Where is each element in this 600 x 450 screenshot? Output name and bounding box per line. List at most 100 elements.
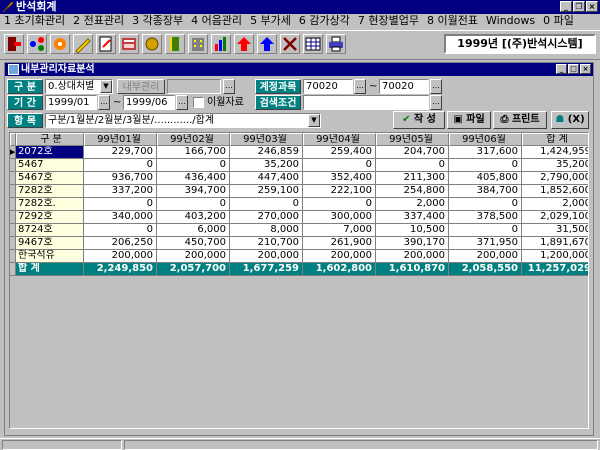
value-cell[interactable]: 1,424,959 xyxy=(522,146,588,159)
value-cell[interactable]: 0 xyxy=(84,198,157,211)
up-arrow-blue-icon[interactable] xyxy=(257,34,277,54)
hangmok-select[interactable]: 구분/1월분/2월분/3월분/............/합계 ▼ xyxy=(45,113,321,128)
child-maximize-button[interactable]: □ xyxy=(568,64,579,74)
edit-doc-icon[interactable] xyxy=(96,34,116,54)
account-from-lookup-button[interactable]: ... xyxy=(354,79,366,94)
value-cell[interactable]: 0 xyxy=(449,224,522,237)
value-cell[interactable]: 300,000 xyxy=(303,211,376,224)
value-cell[interactable]: 2,790,000 xyxy=(522,172,588,185)
value-cell[interactable]: 166,700 xyxy=(157,146,230,159)
value-cell[interactable]: 0 xyxy=(449,198,522,211)
minimize-button[interactable]: _ xyxy=(560,1,572,12)
period-from-input[interactable]: 1999/01 xyxy=(45,95,97,110)
value-cell[interactable]: 261,900 xyxy=(303,237,376,250)
account-to-lookup-button[interactable]: ... xyxy=(430,79,442,94)
table-row[interactable]: 7282호 337,200 394,700 259,100 222,100 254,800… xyxy=(10,185,588,198)
gubun-select[interactable]: 0.상대처별 ▼ xyxy=(45,79,113,94)
menu-item-ledger[interactable]: 3 각종장부 xyxy=(128,14,187,28)
row-label-cell[interactable]: 7282호 xyxy=(16,185,84,198)
value-cell[interactable]: 0 xyxy=(84,159,157,172)
naebu-lookup-button[interactable]: ... xyxy=(223,79,235,94)
building-icon[interactable] xyxy=(188,34,208,54)
tools-icon[interactable] xyxy=(280,34,300,54)
value-cell[interactable]: 229,700 xyxy=(84,146,157,159)
menu-item-vat[interactable]: 5 부가세 xyxy=(246,14,295,28)
child-minimize-button[interactable]: _ xyxy=(556,64,567,74)
row-label-cell[interactable]: 합 계 xyxy=(16,263,84,276)
value-cell[interactable]: 206,250 xyxy=(84,237,157,250)
value-cell[interactable]: 352,400 xyxy=(303,172,376,185)
table-row[interactable]: 7292호 340,000 403,200 270,000 300,000 337,400… xyxy=(10,211,588,224)
printer-icon[interactable] xyxy=(326,34,346,54)
chevron-down-icon[interactable]: ▼ xyxy=(100,80,112,93)
value-cell[interactable]: 2,000 xyxy=(376,198,449,211)
value-cell[interactable]: 0 xyxy=(449,159,522,172)
row-label-cell[interactable]: 5467 xyxy=(16,159,84,172)
value-cell[interactable]: 0 xyxy=(376,159,449,172)
book-icon[interactable] xyxy=(165,34,185,54)
value-cell[interactable]: 200,000 xyxy=(303,250,376,263)
menu-item-file[interactable]: 0 파일 xyxy=(539,14,578,28)
value-cell[interactable]: 447,400 xyxy=(230,172,303,185)
value-cell[interactable]: 200,000 xyxy=(230,250,303,263)
value-cell[interactable]: 200,000 xyxy=(84,250,157,263)
value-cell[interactable]: 259,400 xyxy=(303,146,376,159)
value-cell[interactable]: 2,000 xyxy=(522,198,588,211)
value-cell[interactable]: 10,500 xyxy=(376,224,449,237)
value-cell[interactable]: 394,700 xyxy=(157,185,230,198)
value-cell[interactable]: 405,800 xyxy=(449,172,522,185)
value-cell[interactable]: 2,249,850 xyxy=(84,263,157,276)
account-to-input[interactable]: 70020 xyxy=(379,79,429,94)
value-cell[interactable]: 0 xyxy=(157,198,230,211)
value-cell[interactable]: 384,700 xyxy=(449,185,522,198)
table-row[interactable]: 7282호. 0 0 0 0 2,000 0 2,000 xyxy=(10,198,588,211)
table-row[interactable]: 9467호 206,250 450,700 210,700 261,900 390,170… xyxy=(10,237,588,250)
row-label-cell[interactable]: 9467호 xyxy=(16,237,84,250)
menu-item-init[interactable]: 1 초기화관리 xyxy=(0,14,69,28)
table-total-row[interactable]: 합 계 2,249,850 2,057,700 1,677,259 1,602,800 1… xyxy=(10,263,588,276)
value-cell[interactable]: 371,950 xyxy=(449,237,522,250)
value-cell[interactable]: 2,029,100 xyxy=(522,211,588,224)
value-cell[interactable]: 35,200 xyxy=(230,159,303,172)
menu-item-carryover[interactable]: 8 이월전표 xyxy=(423,14,482,28)
value-cell[interactable]: 211,300 xyxy=(376,172,449,185)
value-cell[interactable]: 0 xyxy=(230,198,303,211)
value-cell[interactable]: 1,852,600 xyxy=(522,185,588,198)
value-cell[interactable]: 1,610,870 xyxy=(376,263,449,276)
menu-item-windows[interactable]: Windows xyxy=(482,14,539,28)
value-cell[interactable]: 378,500 xyxy=(449,211,522,224)
row-label-cell[interactable]: 7292호 xyxy=(16,211,84,224)
search-condition-input[interactable] xyxy=(303,95,429,110)
value-cell[interactable]: 936,700 xyxy=(84,172,157,185)
value-cell[interactable]: 254,800 xyxy=(376,185,449,198)
close-window-button[interactable]: ☗ (X) xyxy=(551,111,589,129)
grid-icon[interactable] xyxy=(303,34,323,54)
value-cell[interactable]: 210,700 xyxy=(230,237,303,250)
value-cell[interactable]: 337,400 xyxy=(376,211,449,224)
tree-icon[interactable] xyxy=(27,34,47,54)
value-cell[interactable]: 0 xyxy=(84,224,157,237)
table-row[interactable]: ▶ 2072호 229,700 166,700 246,859 259,400 204,70… xyxy=(10,146,588,159)
value-cell[interactable]: 200,000 xyxy=(449,250,522,263)
write-button[interactable]: ✔ 작 성 xyxy=(393,111,445,129)
data-grid[interactable]: 구 분 99년01월 99년02월 99년03월 99년04월 99년05월 99년06월 합… xyxy=(9,132,589,429)
exit-icon[interactable] xyxy=(4,34,24,54)
period-from-lookup-button[interactable]: ... xyxy=(98,95,110,110)
iwol-checkbox[interactable] xyxy=(193,97,204,108)
value-cell[interactable]: 222,100 xyxy=(303,185,376,198)
period-to-input[interactable]: 1999/06 xyxy=(123,95,175,110)
value-cell[interactable]: 1,200,000 xyxy=(522,250,588,263)
value-cell[interactable]: 11,257,029 xyxy=(522,263,588,276)
value-cell[interactable]: 436,400 xyxy=(157,172,230,185)
table-row[interactable]: 5467 0 0 35,200 0 0 0 35,200 xyxy=(10,159,588,172)
maximize-button[interactable]: ❐ xyxy=(573,1,585,12)
value-cell[interactable]: 2,057,700 xyxy=(157,263,230,276)
value-cell[interactable]: 0 xyxy=(303,198,376,211)
print-button[interactable]: ⎙ 프린트 xyxy=(493,111,547,129)
child-close-button[interactable]: × xyxy=(580,64,591,74)
value-cell[interactable]: 259,100 xyxy=(230,185,303,198)
value-cell[interactable]: 1,602,800 xyxy=(303,263,376,276)
value-cell[interactable]: 0 xyxy=(157,159,230,172)
calculator-icon[interactable] xyxy=(119,34,139,54)
value-cell[interactable]: 35,200 xyxy=(522,159,588,172)
